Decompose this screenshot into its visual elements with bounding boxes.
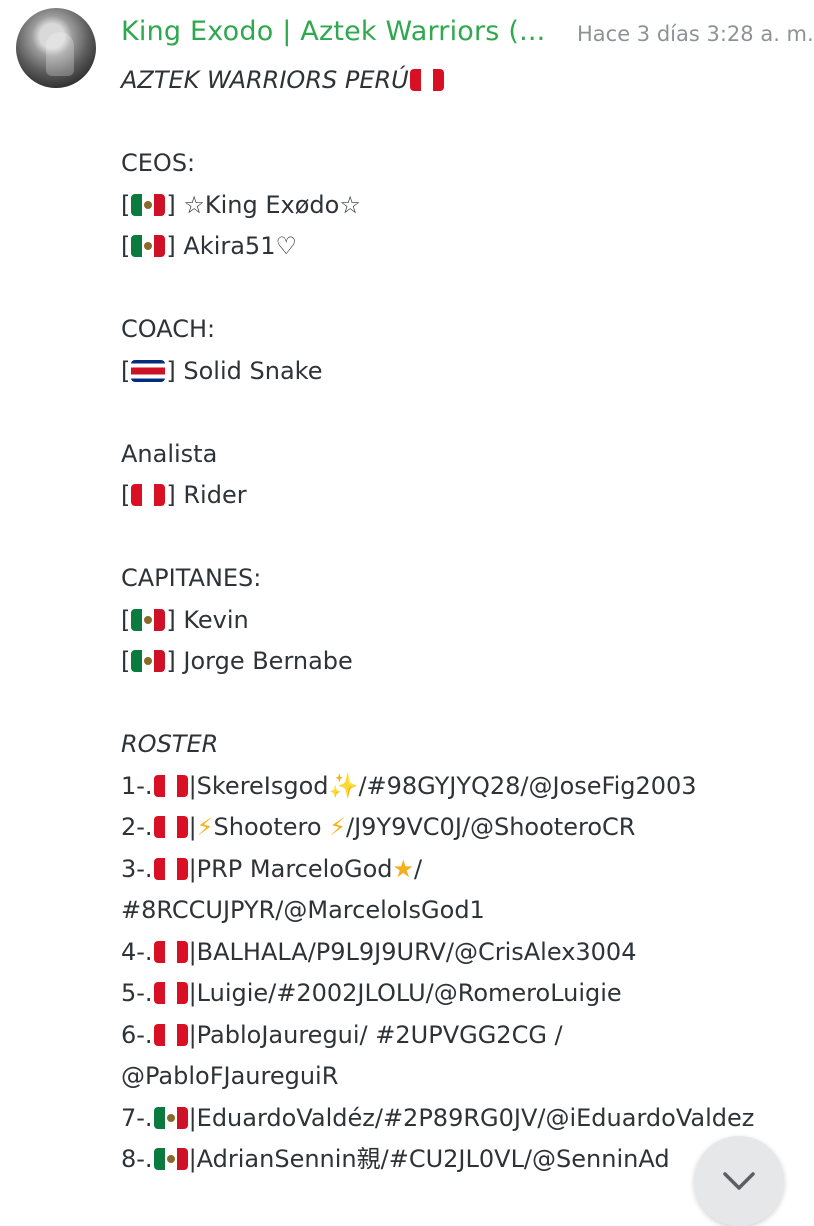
ceo-entry: [] Akira51♡ <box>121 232 297 260</box>
peru-flag-icon <box>153 1023 188 1046</box>
peru-flag-icon <box>153 857 188 880</box>
roster-entry: 7-. |EduardoValdéz/#2P89RG0JV/@iEduardoVa… <box>121 1103 755 1132</box>
peru-flag-icon <box>131 484 166 506</box>
lightning-icon: ⚡ <box>329 813 347 841</box>
peru-flag-icon <box>153 940 188 963</box>
mexico-flag-icon <box>131 193 166 216</box>
peru-flag-icon <box>409 69 444 91</box>
coach-heading: COACH: <box>121 315 216 343</box>
username[interactable]: King Exodo | Aztek Warriors (... <box>121 16 545 47</box>
mexico-flag-icon <box>131 608 166 631</box>
message-content: AZTEK WARRIORS PERÚ CEOS: [] ☆King Exødo… <box>121 60 804 1181</box>
analyst-entry: [] Rider <box>121 481 247 509</box>
star-icon: ★ <box>392 854 415 883</box>
sparkles-icon: ✨ <box>328 771 359 800</box>
roster-entry: 2-. |⚡Shootero ⚡/J9Y9VC0J/@ShooteroCR <box>121 813 636 841</box>
captains-heading: CAPITANES: <box>121 564 262 592</box>
roster-entry-continued: #8RCCUJPYR/@MarceloIsGod1 <box>121 896 485 924</box>
costa-rica-flag-icon <box>131 359 166 382</box>
ceo-entry: [] ☆King Exødo☆ <box>121 190 361 219</box>
roster-entry-continued: @PabloFJaureguiR <box>121 1062 339 1090</box>
mexico-flag-icon <box>153 1106 188 1129</box>
roster-entry: 1-. |SkereIsgod✨/#98GYJYQ28/@JoseFig2003 <box>121 771 697 800</box>
scroll-to-bottom-button[interactable] <box>694 1136 784 1226</box>
user-avatar[interactable] <box>16 8 96 88</box>
roster-entry: 4-. |BALHALA/P9L9J9URV/@CrisAlex3004 <box>121 937 637 966</box>
chevron-down-icon <box>723 1172 755 1190</box>
lightning-icon: ⚡ <box>196 813 214 841</box>
mexico-flag-icon <box>131 650 166 672</box>
peru-flag-icon <box>153 982 188 1004</box>
captain-entry: [] Jorge Bernabe <box>121 647 353 675</box>
peru-flag-icon <box>153 816 188 838</box>
message-header: King Exodo | Aztek Warriors (... Hace 3 … <box>121 12 814 56</box>
message-title: AZTEK WARRIORS PERÚ <box>121 60 804 102</box>
roster-entry: 6-. |PabloJauregui/ #2UPVGG2CG / <box>121 1020 563 1049</box>
roster-entry: 5-. |Luigie/#2002JLOLU/@RomeroLuigie <box>121 979 622 1007</box>
coach-entry: [] Solid Snake <box>121 356 323 385</box>
roster-entry: 3-. |PRP MarceloGod★/ <box>121 854 423 883</box>
mexico-flag-icon <box>153 1148 188 1170</box>
analyst-heading: Analista <box>121 439 218 468</box>
captain-entry: [] Kevin <box>121 605 249 634</box>
roster-heading: ROSTER <box>121 730 219 758</box>
mexico-flag-icon <box>131 235 166 257</box>
peru-flag-icon <box>153 774 188 797</box>
ceos-heading: CEOS: <box>121 149 196 177</box>
timestamp: Hace 3 días 3:28 a. m. <box>577 22 814 46</box>
